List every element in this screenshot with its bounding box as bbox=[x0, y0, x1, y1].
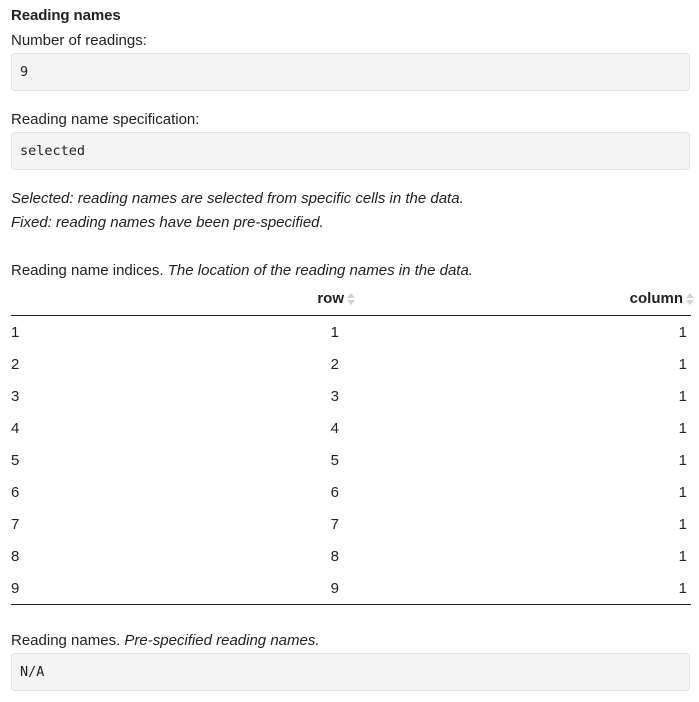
note-fixed: Fixed: reading names have been pre-speci… bbox=[11, 214, 324, 231]
table-row: 4 4 1 bbox=[11, 412, 691, 444]
column-header-row-label: row bbox=[317, 290, 344, 307]
column-cell: 1 bbox=[678, 356, 687, 373]
column-cell: 1 bbox=[678, 388, 687, 405]
row-index-cell: 9 bbox=[11, 580, 20, 597]
sort-icon bbox=[347, 292, 355, 306]
indices-table: row column 1 1 1 2 2 1 3 3 1 4 4 1 5 5 1 6 6 1 7 7 1 8 8 1 9 9 1 bbox=[11, 284, 694, 605]
note-selected: Selected: reading names are selected fro… bbox=[11, 190, 464, 207]
row-cell: 4 bbox=[330, 420, 339, 437]
row-cell: 8 bbox=[330, 548, 339, 565]
row-index-cell: 3 bbox=[11, 388, 20, 405]
table-header: row column bbox=[11, 284, 694, 316]
column-cell: 1 bbox=[678, 484, 687, 501]
indices-caption: Reading name indices. The location of th… bbox=[11, 262, 473, 279]
names-field: N/A bbox=[11, 653, 690, 691]
row-index-cell: 2 bbox=[11, 356, 20, 373]
table-body: 1 1 1 2 2 1 3 3 1 4 4 1 5 5 1 6 6 1 7 7 1 8 8 1 9 9 1 bbox=[11, 316, 691, 605]
row-cell: 3 bbox=[330, 388, 339, 405]
indices-caption-em: The location of the reading names in the… bbox=[167, 262, 473, 279]
row-cell: 7 bbox=[330, 516, 339, 533]
row-cell: 6 bbox=[330, 484, 339, 501]
row-index-cell: 1 bbox=[11, 324, 20, 341]
section-title: Reading names bbox=[11, 7, 121, 24]
column-header-column[interactable]: column bbox=[630, 290, 694, 307]
column-header-column-label: column bbox=[629, 290, 683, 307]
table-row: 3 3 1 bbox=[11, 380, 691, 412]
sort-icon bbox=[686, 292, 694, 306]
table-row: 6 6 1 bbox=[11, 476, 691, 508]
names-caption: Reading names. Pre-specified reading nam… bbox=[11, 632, 320, 649]
table-row: 8 8 1 bbox=[11, 540, 691, 572]
table-row: 7 7 1 bbox=[11, 508, 691, 540]
name-spec-field: selected bbox=[11, 132, 690, 170]
column-header-row[interactable]: row bbox=[317, 290, 355, 307]
column-cell: 1 bbox=[678, 580, 687, 597]
row-cell: 9 bbox=[330, 580, 339, 597]
column-cell: 1 bbox=[678, 548, 687, 565]
indices-caption-text: Reading name indices. bbox=[11, 262, 164, 279]
row-index-cell: 7 bbox=[11, 516, 20, 533]
table-row: 1 1 1 bbox=[11, 316, 691, 348]
table-row: 5 5 1 bbox=[11, 444, 691, 476]
table-row: 9 9 1 bbox=[11, 572, 691, 604]
column-cell: 1 bbox=[678, 452, 687, 469]
names-caption-em: Pre-specified reading names. bbox=[124, 632, 320, 649]
table-row: 2 2 1 bbox=[11, 348, 691, 380]
column-cell: 1 bbox=[678, 516, 687, 533]
column-cell: 1 bbox=[678, 324, 687, 341]
names-caption-text: Reading names. bbox=[11, 632, 121, 649]
num-readings-field: 9 bbox=[11, 53, 690, 91]
row-index-cell: 4 bbox=[11, 420, 20, 437]
row-index-cell: 8 bbox=[11, 548, 20, 565]
row-index-cell: 6 bbox=[11, 484, 20, 501]
column-cell: 1 bbox=[678, 420, 687, 437]
row-cell: 5 bbox=[330, 452, 339, 469]
row-cell: 2 bbox=[330, 356, 339, 373]
row-cell: 1 bbox=[330, 324, 339, 341]
row-index-cell: 5 bbox=[11, 452, 20, 469]
name-spec-label: Reading name specification: bbox=[11, 111, 200, 128]
num-readings-label: Number of readings: bbox=[11, 32, 147, 49]
